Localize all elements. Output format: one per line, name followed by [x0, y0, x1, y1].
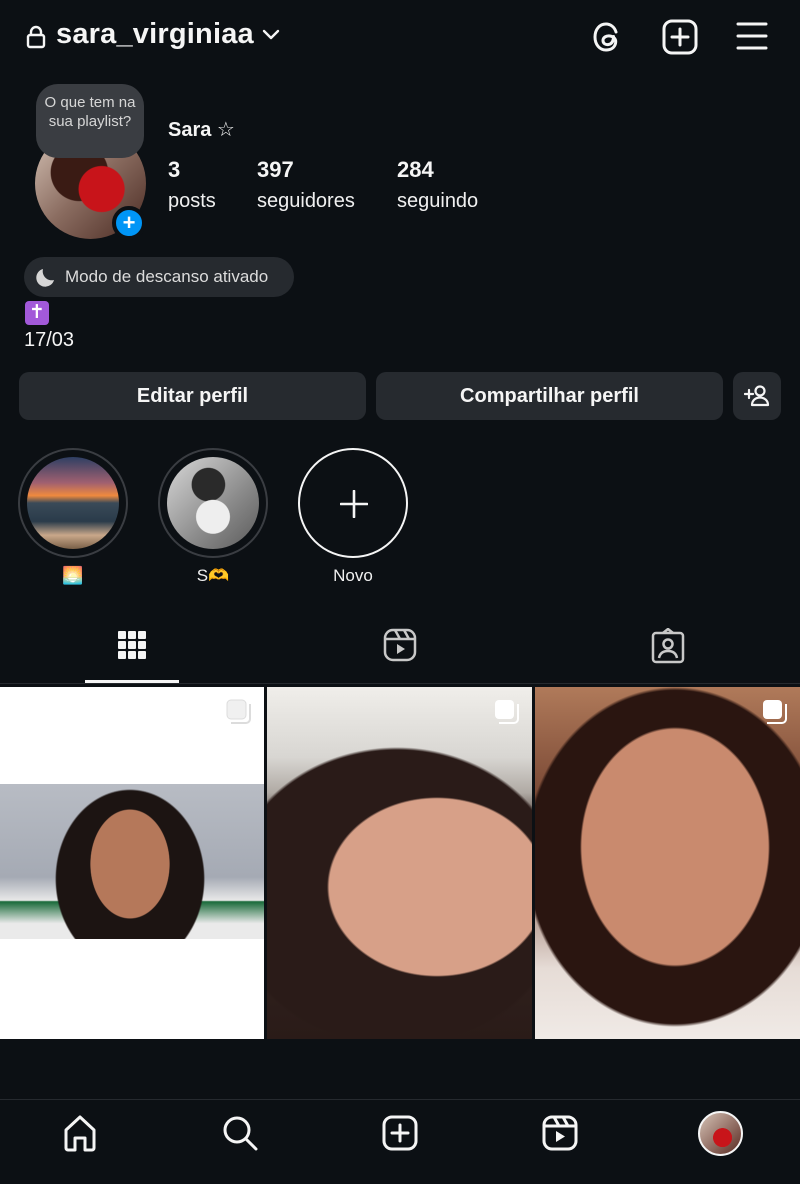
threads-icon[interactable] [590, 18, 626, 56]
following-label: seguindo [397, 190, 479, 212]
divider [0, 1099, 800, 1100]
posts-count: 3 [168, 157, 181, 182]
posts-label: posts [168, 190, 216, 212]
username-title[interactable]: sara_virginiaa [56, 18, 254, 51]
highlight-ring [298, 448, 408, 558]
highlight-s[interactable]: S🫶 [158, 448, 268, 586]
top-bar: sara_virginiaa [0, 0, 800, 76]
highlight-cover [27, 457, 119, 549]
add-content-icon[interactable] [661, 18, 699, 56]
highlight-sunset[interactable]: 🌅 [18, 448, 128, 586]
rest-mode-text: Modo de descanso ativado [65, 267, 269, 286]
highlight-label: S🫶 [196, 566, 230, 585]
divider [0, 683, 800, 684]
highlight-new-button[interactable]: Novo [298, 448, 408, 586]
followers-count: 397 [257, 157, 294, 182]
followers-stat[interactable]: 397 seguidores [257, 157, 355, 213]
post-thumbnail[interactable] [267, 687, 532, 1039]
lock-icon [26, 25, 46, 49]
search-icon[interactable] [222, 1114, 258, 1152]
tab-grid[interactable] [117, 628, 147, 662]
post-thumbnail[interactable] [0, 687, 264, 1039]
moon-icon [34, 265, 58, 289]
edit-profile-button[interactable]: Editar perfil [19, 372, 366, 420]
note-bubble[interactable]: O que tem na sua playlist? [36, 84, 144, 158]
posts-stat[interactable]: 3 posts [168, 157, 216, 213]
create-icon[interactable] [382, 1114, 418, 1152]
highlight-label: 🌅 [62, 566, 84, 585]
home-icon[interactable] [62, 1114, 98, 1152]
discover-people-button[interactable] [733, 372, 781, 420]
profile-avatar-tab[interactable] [698, 1111, 743, 1156]
tab-reels[interactable] [383, 628, 417, 662]
highlight-ring [158, 448, 268, 558]
carousel-icon [762, 699, 788, 725]
carousel-icon [226, 699, 252, 725]
display-name: Sara ☆ [168, 119, 235, 141]
following-count: 284 [397, 157, 434, 182]
post-photo [0, 784, 264, 939]
carousel-icon [494, 699, 520, 725]
bio-text: 17/03 [24, 329, 75, 351]
highlight-ring [18, 448, 128, 558]
tab-tagged[interactable] [651, 628, 685, 664]
following-stat[interactable]: 284 seguindo [397, 157, 478, 213]
post-thumbnail[interactable] [535, 687, 800, 1039]
chevron-down-icon[interactable] [262, 28, 280, 42]
add-story-icon[interactable]: + [112, 206, 146, 240]
rest-mode-badge[interactable]: Modo de descanso ativado [24, 257, 294, 297]
followers-label: seguidores [257, 190, 355, 212]
share-profile-button[interactable]: Compartilhar perfil [376, 372, 723, 420]
highlight-cover [167, 457, 259, 549]
highlight-label: Novo [333, 566, 373, 585]
bio-emoji: ✝ [25, 301, 49, 325]
plus-icon [340, 490, 368, 518]
reels-icon[interactable] [542, 1114, 578, 1152]
menu-icon[interactable] [736, 20, 768, 52]
